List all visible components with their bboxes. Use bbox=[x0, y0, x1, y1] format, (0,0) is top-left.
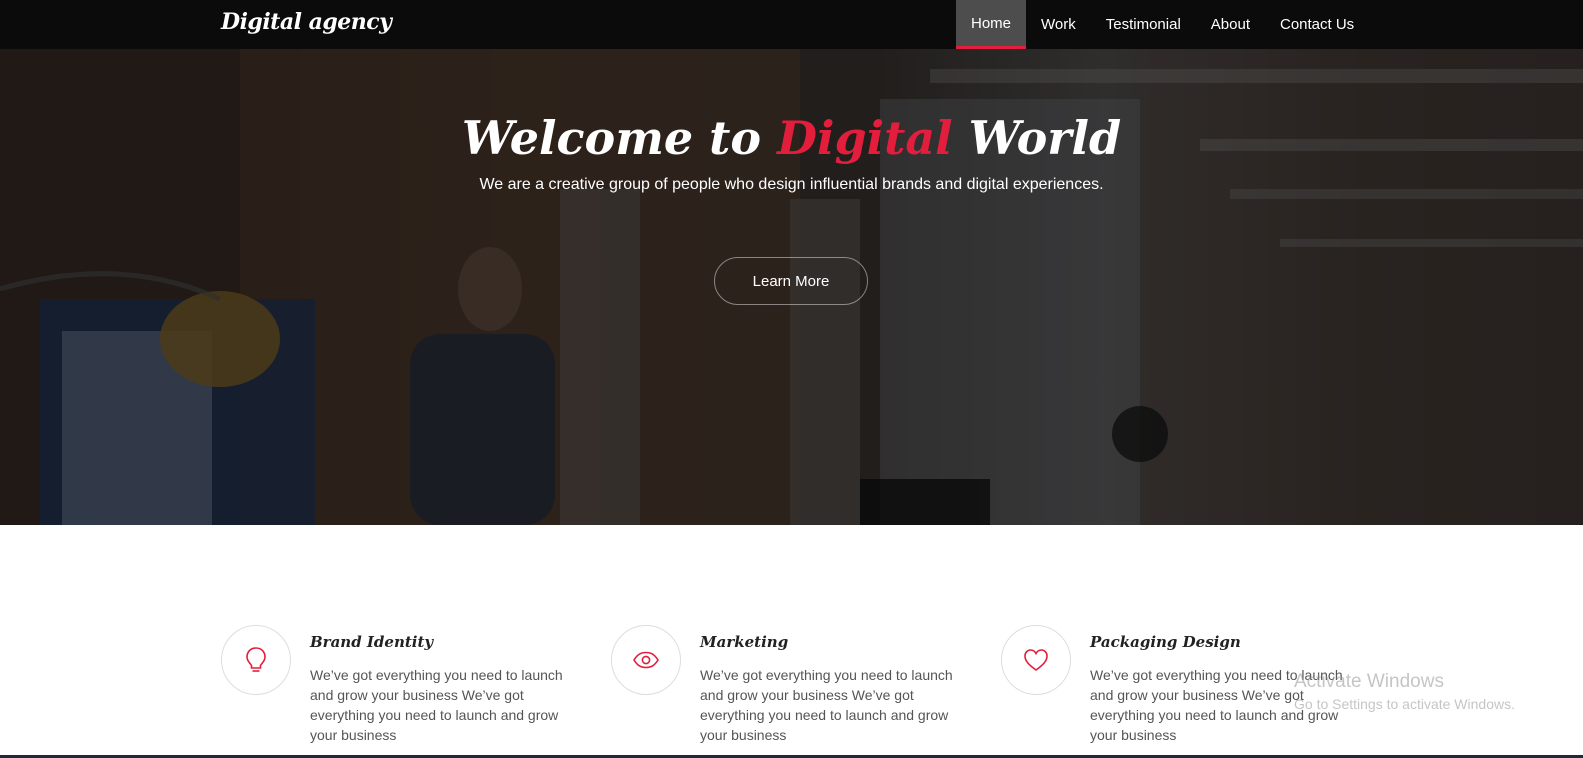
learn-more-button[interactable]: Learn More bbox=[714, 257, 868, 305]
nav-item-home[interactable]: Home bbox=[956, 0, 1027, 49]
service-card-brand-identity: Brand Identity We’ve got everything you … bbox=[221, 625, 601, 750]
hero-section: Welcome to Digital World We are a creati… bbox=[0, 49, 1583, 525]
lightbulb-icon bbox=[221, 625, 291, 695]
eye-icon bbox=[611, 625, 681, 695]
watermark-subtitle: Go to Settings to activate Windows. bbox=[1294, 696, 1515, 712]
hero-title-accent: Digital bbox=[777, 111, 953, 165]
hero-title: Welcome to Digital World bbox=[0, 111, 1583, 165]
navbar: Digital agency Home Work Testimonial Abo… bbox=[0, 0, 1583, 49]
hero-title-suffix: World bbox=[968, 111, 1122, 165]
service-card-marketing: Marketing We’ve got everything you need … bbox=[611, 625, 991, 750]
nav-menu: Home Work Testimonial About Contact Us bbox=[956, 0, 1369, 49]
service-title: Packaging Design bbox=[1090, 633, 1241, 651]
hero-subtitle: We are a creative group of people who de… bbox=[479, 176, 1104, 193]
hero-title-prefix: Welcome to bbox=[461, 111, 762, 165]
service-description: We’ve got everything you need to launch … bbox=[310, 667, 563, 743]
nav-item-about[interactable]: About bbox=[1196, 0, 1265, 49]
service-description: We’ve got everything you need to launch … bbox=[700, 667, 953, 743]
service-title: Marketing bbox=[700, 633, 789, 651]
heart-icon bbox=[1001, 625, 1071, 695]
nav-item-testimonial[interactable]: Testimonial bbox=[1091, 0, 1196, 49]
watermark-title: Activate Windows bbox=[1294, 671, 1444, 692]
nav-item-work[interactable]: Work bbox=[1026, 0, 1091, 49]
windows-activation-watermark: Activate Windows Go to Settings to activ… bbox=[1294, 671, 1515, 712]
service-title: Brand Identity bbox=[310, 633, 434, 651]
nav-item-contact-us[interactable]: Contact Us bbox=[1265, 0, 1369, 49]
brand-logo[interactable]: Digital agency bbox=[221, 9, 392, 35]
